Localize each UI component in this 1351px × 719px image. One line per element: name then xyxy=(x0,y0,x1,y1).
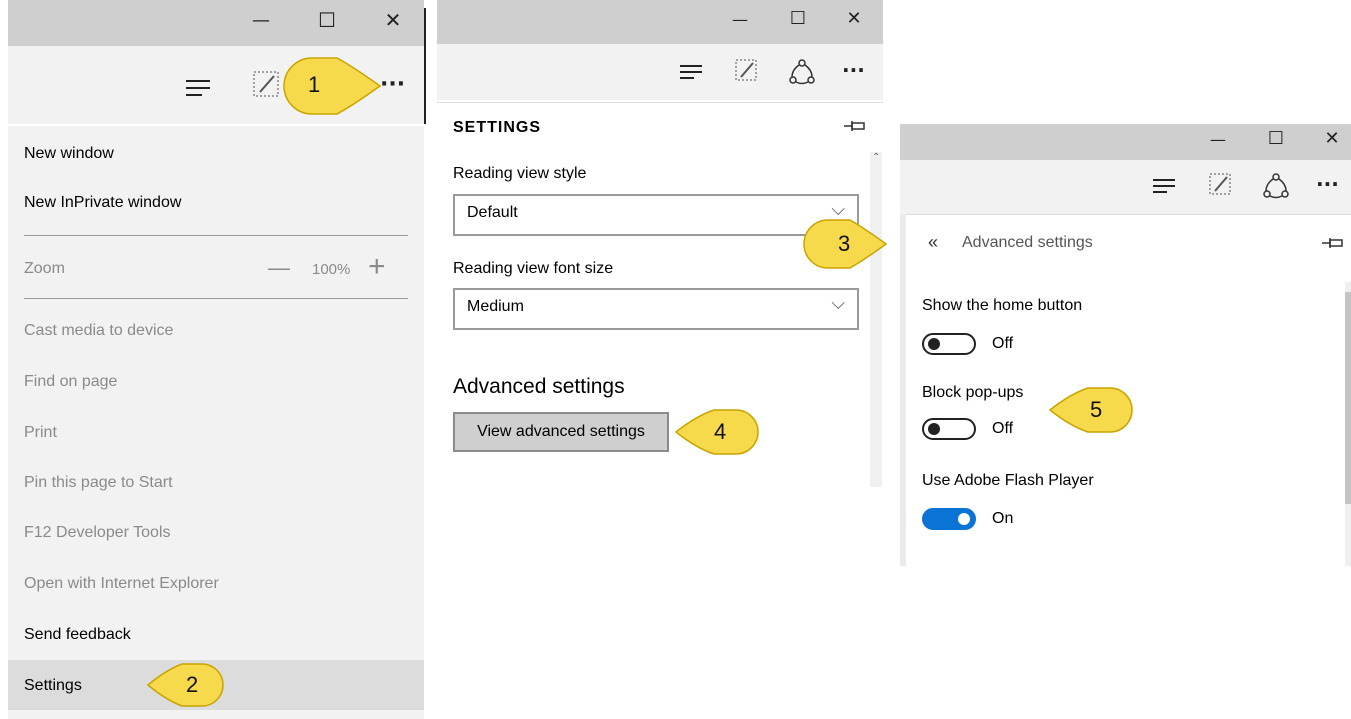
menu-find-on-page[interactable]: Find on page xyxy=(24,373,117,391)
maximize-button[interactable]: ☐ xyxy=(784,8,812,29)
settings-scrollbar[interactable] xyxy=(870,152,882,487)
hub-icon[interactable] xyxy=(1153,178,1177,196)
pin-icon[interactable] xyxy=(844,118,868,134)
flash-player-toggle[interactable] xyxy=(922,508,976,530)
show-home-button-toggle[interactable] xyxy=(922,333,976,355)
zoom-value: 100% xyxy=(312,261,351,278)
more-icon[interactable]: ··· xyxy=(1316,172,1339,196)
flash-player-label: Use Adobe Flash Player xyxy=(922,472,1094,489)
back-icon[interactable]: « xyxy=(928,232,938,253)
reading-font-label: Reading view font size xyxy=(453,260,614,277)
share-icon[interactable] xyxy=(1262,172,1290,200)
reading-style-label: Reading view style xyxy=(453,165,587,182)
reading-font-dropdown[interactable]: Medium ⌵ xyxy=(453,288,859,330)
callout-2-label: 2 xyxy=(186,672,199,697)
menu-separator xyxy=(24,235,408,236)
zoom-plus-button[interactable]: + xyxy=(368,250,386,284)
minimize-button[interactable]: — xyxy=(246,10,276,31)
toggle-knob xyxy=(928,338,940,350)
close-button[interactable]: ✕ xyxy=(378,8,408,32)
block-popups-toggle[interactable] xyxy=(922,418,976,440)
callout-1-label: 1 xyxy=(308,72,321,97)
menu-cast-media[interactable]: Cast media to device xyxy=(24,322,173,340)
callout-1: 1 xyxy=(282,56,382,116)
hub-icon[interactable] xyxy=(680,64,704,82)
chevron-down-icon: ⌵ xyxy=(831,199,845,220)
close-button[interactable]: ✕ xyxy=(840,8,868,29)
callout-5-label: 5 xyxy=(1090,397,1103,422)
web-note-icon[interactable] xyxy=(252,70,282,100)
menu-send-feedback[interactable]: Send feedback xyxy=(24,626,131,644)
menu-open-with-ie[interactable]: Open with Internet Explorer xyxy=(24,575,219,593)
web-note-icon[interactable] xyxy=(1208,172,1234,198)
panel2-toolbar xyxy=(437,44,883,100)
view-advanced-settings-button[interactable]: View advanced settings xyxy=(453,412,669,452)
minimize-button[interactable]: — xyxy=(726,10,754,29)
minimize-button[interactable]: — xyxy=(1204,130,1232,149)
maximize-button[interactable]: ☐ xyxy=(312,8,342,32)
toggle-knob xyxy=(958,513,970,525)
close-button[interactable]: ✕ xyxy=(1318,128,1346,149)
block-popups-state: Off xyxy=(992,420,1014,437)
pin-icon[interactable] xyxy=(1322,235,1346,251)
reading-font-value: Medium xyxy=(467,298,524,315)
hub-icon[interactable] xyxy=(186,78,212,98)
settings-title: SETTINGS xyxy=(453,119,542,136)
menu-separator xyxy=(24,298,408,299)
more-icon[interactable]: ··· xyxy=(380,72,405,97)
show-home-button-label: Show the home button xyxy=(922,297,1083,314)
callout-3-label: 3 xyxy=(838,231,851,256)
maximize-button[interactable]: ☐ xyxy=(1262,128,1290,149)
zoom-minus-button[interactable]: — xyxy=(268,255,290,281)
reading-style-value: Default xyxy=(467,204,518,221)
callout-2: 2 xyxy=(146,662,226,708)
divider-line xyxy=(424,8,426,124)
chevron-down-icon: ⌵ xyxy=(831,293,845,314)
menu-settings[interactable]: Settings xyxy=(24,677,82,695)
scroll-up-arrow[interactable]: ⌃ xyxy=(872,152,880,163)
menu-new-window[interactable]: New window xyxy=(24,145,114,163)
share-icon[interactable] xyxy=(788,58,816,86)
panel2-titlebar xyxy=(437,0,883,44)
flash-player-state: On xyxy=(992,510,1014,527)
panel1-titlebar xyxy=(8,0,424,46)
advanced-settings-heading: Advanced settings xyxy=(453,375,625,398)
more-icon[interactable]: ··· xyxy=(842,58,865,82)
menu-zoom-label: Zoom xyxy=(24,260,65,277)
callout-4-label: 4 xyxy=(714,419,727,444)
block-popups-label: Block pop-ups xyxy=(922,384,1024,401)
callout-4: 4 xyxy=(674,408,760,456)
advanced-settings-title: Advanced settings xyxy=(962,234,1093,251)
menu-developer-tools[interactable]: F12 Developer Tools xyxy=(24,524,170,542)
menu-print[interactable]: Print xyxy=(24,424,57,442)
advanced-scrollbar-thumb[interactable] xyxy=(1345,292,1351,504)
menu-new-inprivate-window[interactable]: New InPrivate window xyxy=(24,194,181,212)
web-note-icon[interactable] xyxy=(734,58,760,84)
menu-pin-to-start[interactable]: Pin this page to Start xyxy=(24,474,173,492)
show-home-button-state: Off xyxy=(992,335,1014,352)
callout-3: 3 xyxy=(800,218,888,270)
reading-style-dropdown[interactable]: Default ⌵ xyxy=(453,194,859,236)
toggle-knob xyxy=(928,423,940,435)
callout-5: 5 xyxy=(1048,386,1134,434)
